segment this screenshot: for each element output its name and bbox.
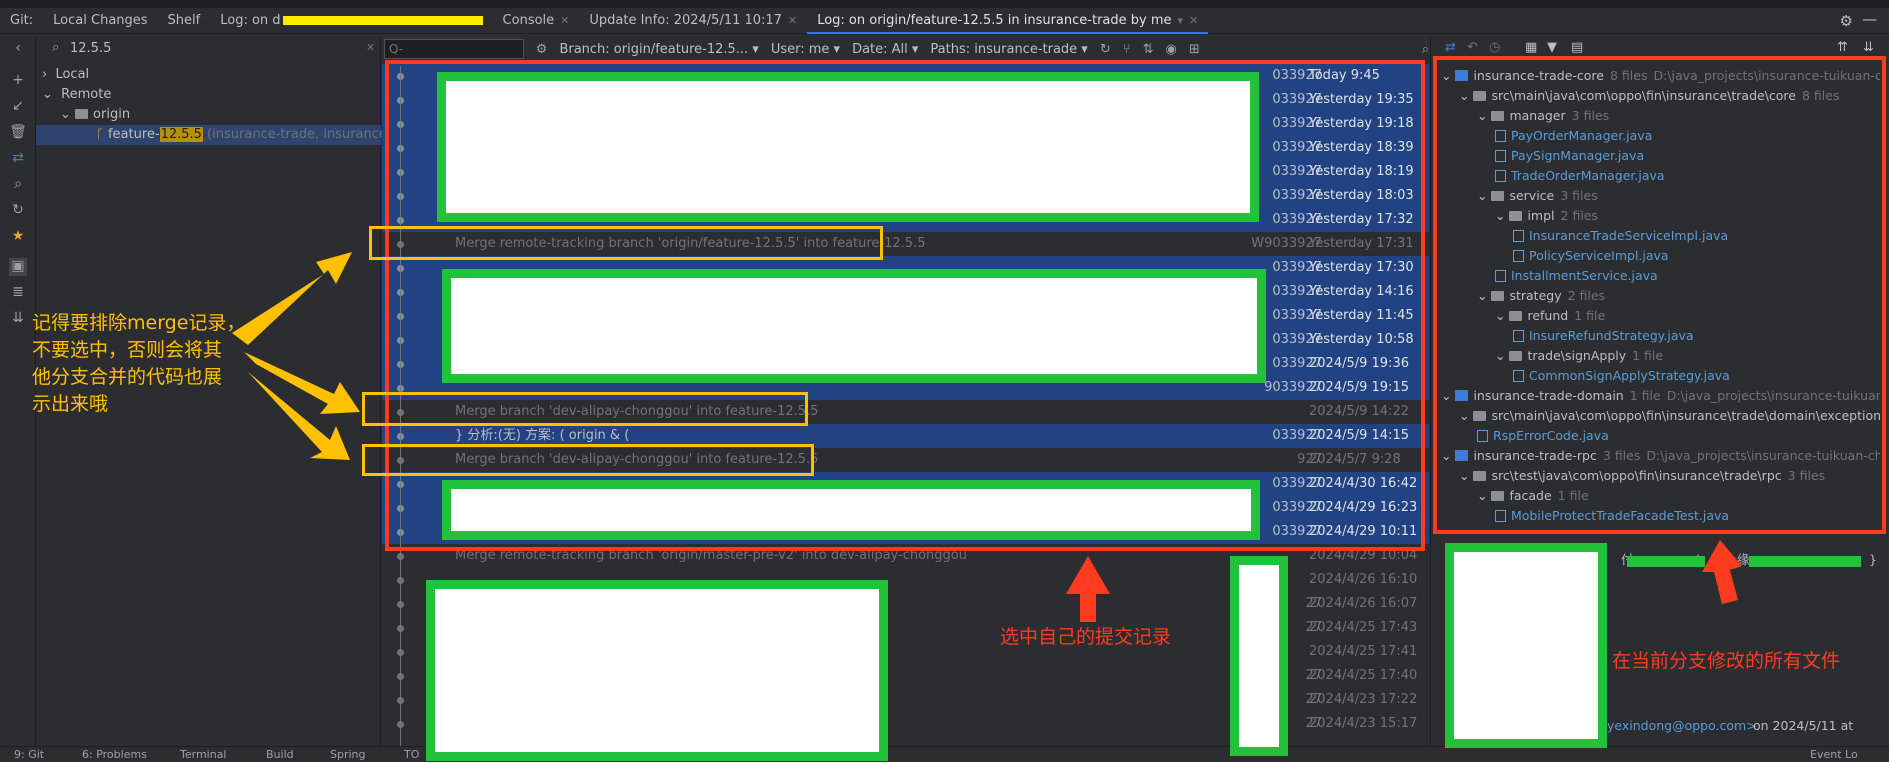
left-annotation: 记得要排除merge记录， 不要选中，否则会将其 他分支合并的代码也展 示出来哦	[32, 310, 245, 418]
left-annotation-line: 他分支合并的代码也展	[32, 366, 223, 388]
right-annotation: 在当前分支修改的所有文件	[1612, 650, 1841, 672]
middle-annotation: 选中自己的提交记录	[1000, 626, 1172, 648]
arrow-to-commits	[1066, 556, 1110, 622]
annotation-arrows	[232, 252, 1742, 622]
arrow-to-merge-1	[232, 252, 352, 345]
arrow-to-merge-2	[244, 352, 360, 414]
left-annotation-line: 记得要排除merge记录，	[32, 312, 246, 334]
left-annotation-line: 示出来哦	[32, 393, 109, 415]
arrow-to-files	[1702, 540, 1742, 604]
left-annotation-line: 不要选中，否则会将其	[32, 339, 223, 361]
